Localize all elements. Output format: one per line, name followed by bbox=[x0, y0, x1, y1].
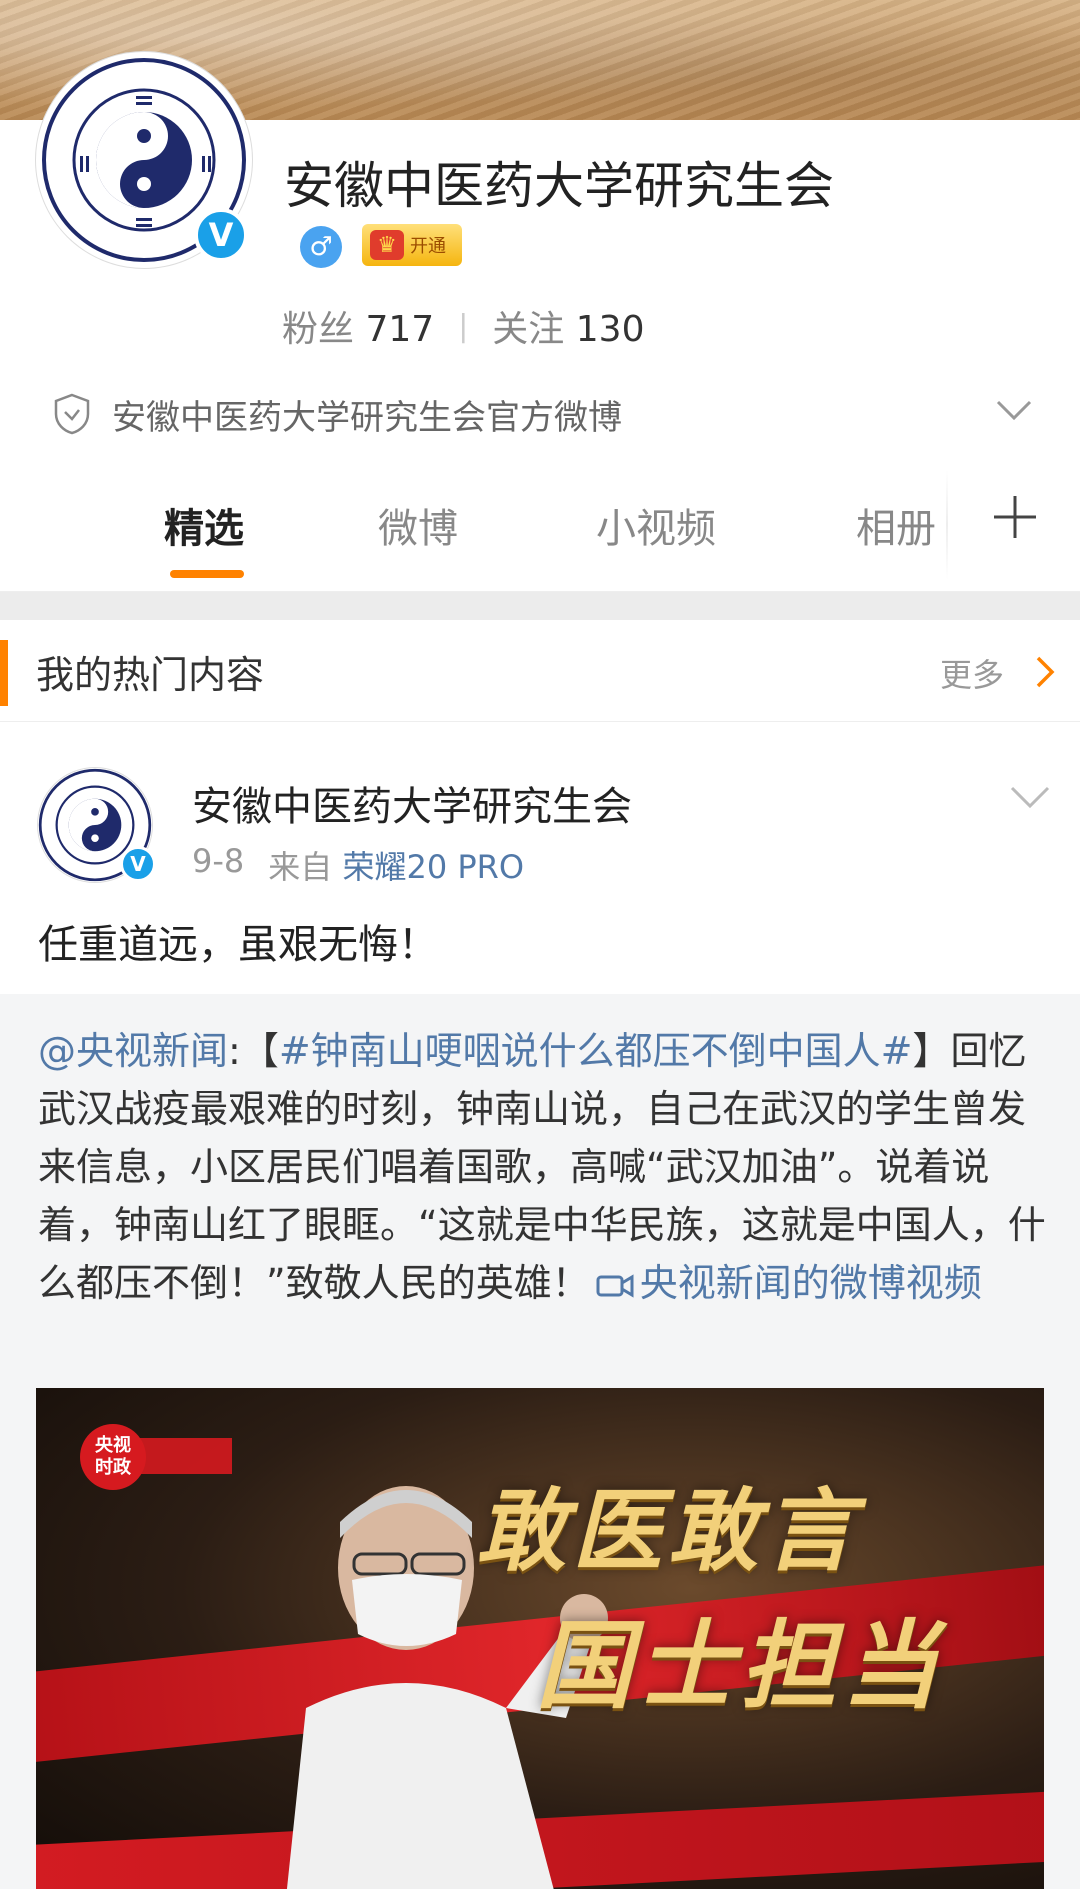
follow-count: 130 bbox=[575, 309, 645, 350]
tab-divider bbox=[946, 470, 948, 580]
more-link[interactable]: 更多 bbox=[940, 650, 1004, 696]
follow-label: 关注 bbox=[492, 309, 565, 350]
hot-content-header: 我的热门内容 更多 bbox=[0, 620, 1080, 722]
male-gender-icon: ♂ bbox=[300, 226, 342, 268]
hashtag-link[interactable]: #钟南山哽咽说什么都压不倒中国人# bbox=[279, 1029, 913, 1073]
hot-content-title: 我的热门内容 bbox=[36, 653, 265, 697]
section-divider bbox=[0, 592, 1080, 620]
video-camera-icon bbox=[596, 1273, 634, 1298]
profile-stats: 粉丝 717 | 关注 130 bbox=[282, 300, 644, 352]
profile-name: 安徽中医药大学研究生会 bbox=[284, 157, 834, 215]
tab-featured[interactable]: 精选 bbox=[164, 496, 244, 554]
video-link[interactable]: 央视新闻的微博视频 bbox=[640, 1261, 982, 1305]
post-source-device[interactable]: 荣耀20 PRO bbox=[342, 848, 524, 886]
post-from-label: 来自 bbox=[268, 848, 333, 886]
profile-description-row[interactable]: 安徽中医药大学研究生会官方微博 bbox=[0, 384, 1080, 440]
follow-stat[interactable]: 关注 130 bbox=[492, 300, 644, 352]
chevron-down-icon[interactable] bbox=[994, 396, 1034, 424]
section-accent-bar bbox=[0, 640, 8, 706]
chevron-right-icon[interactable] bbox=[1034, 654, 1056, 690]
active-tab-indicator bbox=[170, 570, 244, 578]
cctv-logo-line1: 央视 bbox=[95, 1435, 131, 1456]
verified-badge-icon: V bbox=[194, 208, 248, 262]
mention-link[interactable]: @央视新闻 bbox=[38, 1029, 228, 1073]
repost-colon: :【 bbox=[228, 1029, 279, 1073]
vip-open-button[interactable]: ♛ 开通 bbox=[362, 224, 462, 266]
crown-icon: ♛ bbox=[370, 230, 404, 260]
cctv-news-logo: 央视 时政 bbox=[80, 1424, 146, 1490]
profile-description: 安徽中医药大学研究生会官方微博 bbox=[112, 398, 622, 438]
tab-album[interactable]: 相册 bbox=[856, 496, 936, 554]
cctv-logo-line2: 时政 bbox=[95, 1457, 131, 1478]
post-author-name[interactable]: 安徽中医药大学研究生会 bbox=[192, 774, 632, 832]
video-title-line2: 国士担当 bbox=[536, 1609, 944, 1722]
fans-count: 717 bbox=[365, 309, 435, 350]
video-thumbnail[interactable]: 央视 时政 敢医敢言 国士担当 bbox=[36, 1388, 1044, 1889]
plus-icon[interactable] bbox=[990, 492, 1040, 542]
post-text: 任重道远，虽艰无悔！ bbox=[38, 922, 438, 968]
shield-check-icon bbox=[54, 393, 90, 435]
profile-tab-bar: 精选 微博 小视频 相册 bbox=[0, 470, 1080, 592]
verified-badge-icon: V bbox=[120, 846, 156, 882]
tab-weibo[interactable]: 微博 bbox=[378, 496, 458, 554]
tab-short-video[interactable]: 小视频 bbox=[596, 496, 716, 554]
fans-label: 粉丝 bbox=[282, 309, 355, 350]
fans-stat[interactable]: 粉丝 717 bbox=[282, 300, 434, 352]
reposted-text: @央视新闻:【#钟南山哽咽说什么都压不倒中国人#】回忆武汉战疫最艰难的时刻，钟南… bbox=[38, 1022, 1048, 1312]
post-meta: 9-8 来自 荣耀20 PRO bbox=[192, 842, 524, 888]
post-menu-chevron-icon[interactable] bbox=[1008, 784, 1052, 812]
video-title-line1: 敢医敢言 bbox=[476, 1478, 860, 1584]
cctv-logo-bar bbox=[132, 1438, 232, 1474]
vip-open-label: 开通 bbox=[410, 236, 446, 257]
repost-bracket: 】 bbox=[912, 1029, 951, 1073]
stats-separator: | bbox=[458, 308, 469, 344]
post-date: 9-8 bbox=[192, 842, 245, 880]
